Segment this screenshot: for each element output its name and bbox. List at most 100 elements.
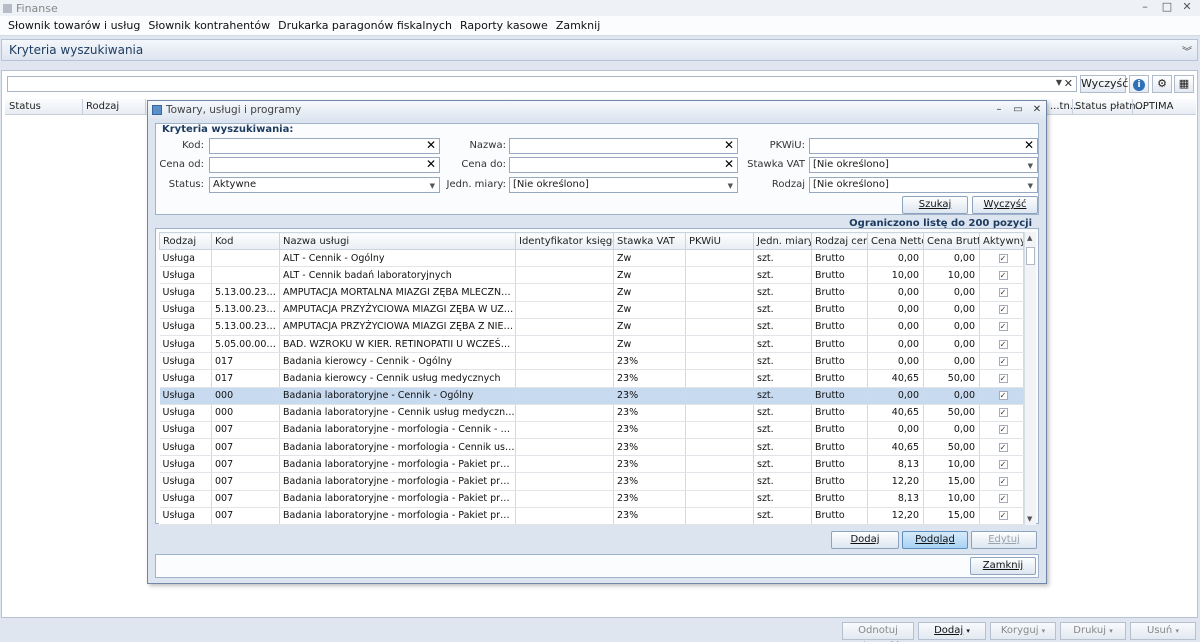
dropdown-arrow-icon[interactable]: ▼ <box>1056 78 1062 87</box>
close-dialog-button[interactable]: Zamknij <box>970 557 1036 575</box>
column-status[interactable]: Status <box>9 101 41 112</box>
clear-button[interactable]: Wyczyść <box>1080 75 1128 93</box>
checkbox-checked-icon[interactable]: ✓ <box>998 494 1008 504</box>
delete-button[interactable]: Usuń ▾ <box>1130 622 1196 640</box>
column-header[interactable]: Nazwa usługi <box>279 232 516 250</box>
status-select[interactable]: Aktywne ▼ <box>209 177 440 193</box>
table-row[interactable]: Usługa 000 Badania laboratoryjne - Cennik … <box>159 387 1024 405</box>
checkbox-checked-icon[interactable]: ✓ <box>998 339 1008 349</box>
table-row[interactable]: Usługa 000 Badania laboratoryjne - Cennik … <box>159 404 1024 422</box>
chevron-down-icon[interactable]: ▼ <box>728 179 733 193</box>
checkbox-checked-icon[interactable]: ✓ <box>998 511 1008 521</box>
table-row[interactable]: Usługa 017 Badania kierowcy - Cennik usług… <box>159 369 1024 388</box>
table-row[interactable]: Usługa 007 Badania laboratoryjne - morfolo… <box>159 472 1024 491</box>
vertical-scrollbar[interactable]: ▲ ▼ <box>1024 232 1036 525</box>
menu-item-close[interactable]: Zamknij <box>556 19 600 32</box>
column-optima[interactable]: OPTIMA <box>1135 101 1173 112</box>
table-row[interactable]: Usługa5.13.00.23120...AMPUTACJA PRZYŻYCI… <box>159 318 1024 336</box>
dialog-maximize-icon[interactable]: ▭ <box>1010 102 1026 118</box>
print-button[interactable]: Drukuj ▾ <box>1060 622 1126 640</box>
checkbox-checked-icon[interactable]: ✓ <box>998 356 1008 366</box>
column-header[interactable]: Cena Netto <box>867 232 924 250</box>
column-header[interactable]: Rodzaj ceny <box>811 232 868 250</box>
rodzaj-select[interactable]: [Nie określono] ▼ <box>809 177 1038 193</box>
jedn-miary-select[interactable]: [Nie określono] ▼ <box>509 177 738 193</box>
checkbox-checked-icon[interactable]: ✓ <box>998 287 1008 297</box>
record-payment-button[interactable]: Odnotuj płatność <box>842 622 914 642</box>
checkbox-checked-icon[interactable]: ✓ <box>998 425 1008 435</box>
menu-item-fiscal-printer[interactable]: Drukarka paragonów fiskalnych <box>278 19 452 32</box>
checkbox-checked-icon[interactable]: ✓ <box>998 477 1008 487</box>
column-header[interactable]: PKWiU <box>685 232 754 250</box>
clear-criteria-button[interactable]: Wyczyść <box>972 196 1038 214</box>
clear-cena-do-icon[interactable]: ✕ <box>724 157 734 171</box>
checkbox-checked-icon[interactable]: ✓ <box>998 253 1008 263</box>
scroll-thumb[interactable] <box>1026 247 1035 265</box>
table-row[interactable]: Usługa 007 Badania laboratoryjne - morfolo… <box>159 507 1024 526</box>
table-row[interactable]: Usługa 007 Badania laboratoryjne - morfolo… <box>159 455 1024 474</box>
search-settings-icon[interactable]: ⚙ <box>1152 75 1172 93</box>
dialog-close-icon[interactable]: ✕ <box>1029 102 1045 118</box>
stawka-vat-select[interactable]: [Nie określono] ▼ <box>809 157 1038 173</box>
chevron-down-icon[interactable]: ▼ <box>1028 179 1033 193</box>
menu-item-cash-reports[interactable]: Raporty kasowe <box>460 19 548 32</box>
column-rodzaj[interactable]: Rodzaj <box>86 101 119 112</box>
checkbox-checked-icon[interactable]: ✓ <box>998 459 1008 469</box>
table-row[interactable]: Usługa ALT - Cennik - Ogólny Zw szt. Brutto 0… <box>159 249 1024 268</box>
checkbox-checked-icon[interactable]: ✓ <box>998 442 1008 452</box>
chevron-down-icon[interactable]: ▼ <box>430 179 435 193</box>
close-icon[interactable]: ✕ <box>1176 0 1198 16</box>
menu-item-contractors[interactable]: Słownik kontrahentów <box>148 19 270 32</box>
search-button[interactable]: Szukaj <box>902 196 968 214</box>
checkbox-checked-icon[interactable]: ✓ <box>998 373 1008 383</box>
clear-cena-od-icon[interactable]: ✕ <box>426 157 436 171</box>
dialog-minimize-icon[interactable]: – <box>991 102 1007 118</box>
table-row[interactable]: Usługa5.05.00.00000...BAD. WZROKU W KIER… <box>159 335 1024 354</box>
checkbox-checked-icon[interactable]: ✓ <box>998 270 1008 280</box>
cena-do-input[interactable]: ✕ <box>509 157 738 173</box>
menu-item-goods[interactable]: Słownik towarów i usług <box>8 19 140 32</box>
preview-button[interactable]: Podgląd <box>902 531 968 549</box>
grid-add-button[interactable]: Dodaj <box>831 531 899 549</box>
pkwiu-input[interactable]: ✕ <box>809 138 1038 154</box>
table-row[interactable]: Usługa5.13.00.23121...AMPUTACJA MORTALNA… <box>159 283 1024 302</box>
correct-button[interactable]: Koryguj ▾ <box>990 622 1056 640</box>
info-icon[interactable]: i <box>1129 75 1149 93</box>
column-header[interactable]: Aktywny <box>979 232 1024 250</box>
checkbox-checked-icon[interactable]: ✓ <box>998 391 1008 401</box>
chevron-down-icon[interactable]: ︾ <box>1182 43 1192 58</box>
clear-nazwa-icon[interactable]: ✕ <box>724 138 734 152</box>
checkbox-checked-icon[interactable]: ✓ <box>998 408 1008 418</box>
checkbox-checked-icon[interactable]: ✓ <box>998 305 1008 315</box>
column-header[interactable]: Cena Brutto <box>923 232 980 250</box>
scroll-up-icon[interactable]: ▲ <box>1027 234 1032 242</box>
column-header[interactable]: Jedn. miary <box>753 232 812 250</box>
nazwa-input[interactable]: ✕ <box>509 138 738 154</box>
table-row[interactable]: Usługa 007 Badania laboratoryjne - morfolo… <box>159 438 1024 457</box>
table-row[interactable]: Usługa5.13.00.23120...AMPUTACJA PRZYŻYCI… <box>159 301 1024 319</box>
clear-x-icon[interactable]: ✕ <box>1064 77 1073 90</box>
column-header[interactable]: Rodzaj <box>159 232 212 250</box>
column-header[interactable]: Identyfikator księgowy <box>515 232 614 250</box>
table-row[interactable]: Usługa 007 Badania laboratoryjne - morfolo… <box>159 490 1024 508</box>
column-header[interactable]: Stawka VAT <box>613 232 686 250</box>
table-row[interactable]: Usługa 007 Badania laboratoryjne - morfolo… <box>159 421 1024 440</box>
checkbox-checked-icon[interactable]: ✓ <box>998 322 1008 332</box>
scroll-down-icon[interactable]: ▼ <box>1027 515 1032 523</box>
quick-search-input[interactable]: ▼ ✕ <box>7 76 1077 92</box>
add-button[interactable]: Dodaj ▾ <box>918 622 986 640</box>
table-row[interactable]: Usługa 017 Badania kierowcy - Cennik - Ogó… <box>159 352 1024 371</box>
cena-od-input[interactable]: ✕ <box>209 157 440 173</box>
column-header[interactable]: Kod <box>211 232 280 250</box>
clear-kod-icon[interactable]: ✕ <box>426 138 436 152</box>
grid-layout-icon[interactable]: ▦ <box>1174 75 1194 93</box>
clear-pkwiu-icon[interactable]: ✕ <box>1024 138 1034 152</box>
edit-button[interactable]: Edytuj <box>971 531 1037 549</box>
maximize-icon[interactable]: □ <box>1156 0 1178 16</box>
table-cell-netto: 12,20 <box>867 472 924 491</box>
minimize-icon[interactable]: – <box>1134 0 1156 16</box>
search-criteria-bar[interactable]: Kryteria wyszukiwania ︾ <box>1 39 1198 61</box>
chevron-down-icon[interactable]: ▼ <box>1028 159 1033 173</box>
table-row[interactable]: Usługa ALT - Cennik badań laboratoryjnych… <box>159 266 1024 285</box>
kod-input[interactable]: ✕ <box>209 138 440 154</box>
